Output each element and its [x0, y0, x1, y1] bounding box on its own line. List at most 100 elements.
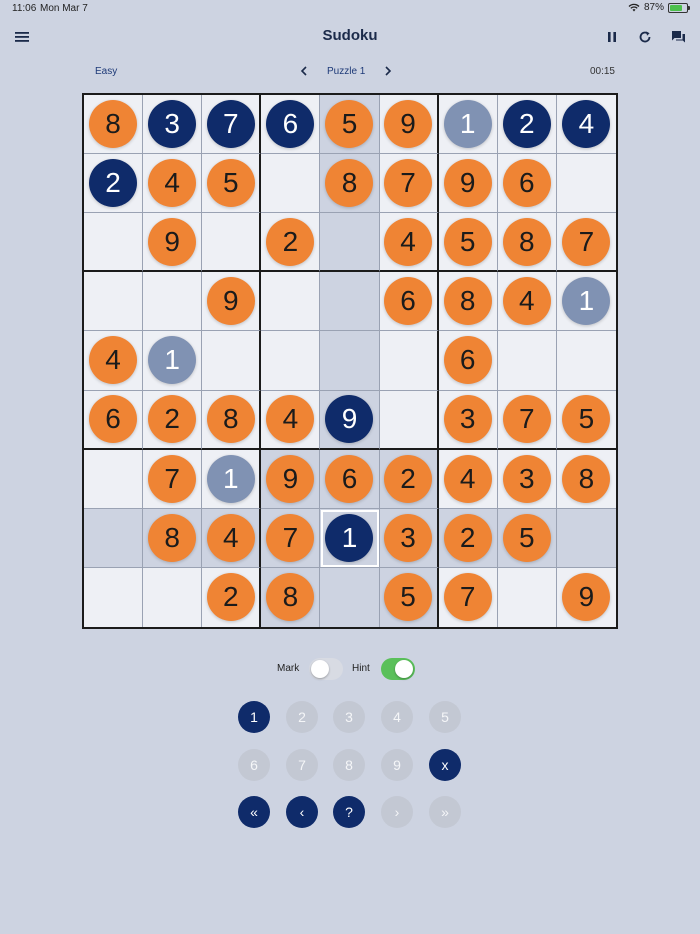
- board-cell[interactable]: 1: [556, 272, 616, 332]
- board-cell[interactable]: 3: [497, 449, 557, 509]
- board-cell[interactable]: 4: [556, 95, 616, 155]
- restart-button[interactable]: [635, 27, 655, 47]
- board-cell[interactable]: 7: [497, 390, 557, 450]
- undo-button[interactable]: ‹: [286, 796, 318, 828]
- board-cell[interactable]: [143, 272, 203, 332]
- hint-toggle[interactable]: [381, 658, 415, 680]
- number-button-2[interactable]: 2: [286, 701, 318, 733]
- board-cell[interactable]: 6: [84, 390, 144, 450]
- number-button-9[interactable]: 9: [381, 749, 413, 781]
- board-cell[interactable]: 6: [320, 449, 380, 509]
- board-cell[interactable]: 3: [438, 390, 498, 450]
- board-cell[interactable]: 8: [320, 154, 380, 214]
- board-cell[interactable]: 3: [143, 95, 203, 155]
- board-cell[interactable]: [143, 567, 203, 627]
- board-cell[interactable]: 2: [84, 154, 144, 214]
- board-cell[interactable]: 4: [143, 154, 203, 214]
- mark-toggle[interactable]: [309, 658, 343, 680]
- board-cell[interactable]: [261, 154, 321, 214]
- board-cell[interactable]: [320, 272, 380, 332]
- board-cell[interactable]: 1: [143, 331, 203, 391]
- number-button-6[interactable]: 6: [238, 749, 270, 781]
- board-cell[interactable]: [497, 331, 557, 391]
- board-cell[interactable]: [379, 331, 439, 391]
- number-button-3[interactable]: 3: [333, 701, 365, 733]
- board-cell[interactable]: [320, 331, 380, 391]
- board-cell[interactable]: 9: [379, 95, 439, 155]
- board-cell[interactable]: 1: [202, 449, 262, 509]
- board-cell[interactable]: 2: [261, 213, 321, 273]
- board-cell[interactable]: [320, 567, 380, 627]
- board-cell[interactable]: 9: [438, 154, 498, 214]
- board-cell[interactable]: 1: [438, 95, 498, 155]
- board-cell[interactable]: 8: [84, 95, 144, 155]
- board-cell[interactable]: 2: [379, 449, 439, 509]
- difficulty-label[interactable]: Easy: [95, 66, 117, 77]
- board-cell[interactable]: 8: [143, 508, 203, 568]
- board-cell[interactable]: 7: [261, 508, 321, 568]
- board-cell[interactable]: [84, 449, 144, 509]
- first-step-button[interactable]: «: [238, 796, 270, 828]
- board-cell[interactable]: [84, 213, 144, 273]
- board-cell[interactable]: [84, 508, 144, 568]
- erase-button[interactable]: x: [429, 749, 461, 781]
- board-cell[interactable]: 9: [143, 213, 203, 273]
- board-cell[interactable]: 5: [438, 213, 498, 273]
- last-step-button[interactable]: »: [429, 796, 461, 828]
- board-cell[interactable]: 5: [202, 154, 262, 214]
- board-cell[interactable]: 9: [557, 568, 616, 627]
- board-cell[interactable]: 9: [261, 449, 321, 509]
- board-cell[interactable]: [202, 331, 262, 391]
- pause-button[interactable]: [602, 27, 622, 47]
- board-cell[interactable]: 4: [497, 272, 557, 332]
- number-button-7[interactable]: 7: [286, 749, 318, 781]
- board-cell[interactable]: 8: [202, 390, 262, 450]
- board-cell[interactable]: [556, 154, 616, 214]
- board-cell[interactable]: [379, 390, 439, 450]
- board-cell[interactable]: 4: [202, 508, 262, 568]
- board-cell[interactable]: 2: [202, 567, 262, 627]
- number-button-4[interactable]: 4: [381, 701, 413, 733]
- board-cell[interactable]: 7: [439, 567, 498, 627]
- board-cell[interactable]: 9: [202, 272, 262, 332]
- board-cell[interactable]: 6: [497, 154, 557, 214]
- board-cell[interactable]: 8: [497, 213, 557, 273]
- board-cell[interactable]: [556, 508, 616, 568]
- next-puzzle-button[interactable]: [381, 64, 395, 78]
- number-button-8[interactable]: 8: [333, 749, 365, 781]
- board-cell[interactable]: [261, 272, 321, 332]
- board-cell[interactable]: 8: [261, 567, 321, 627]
- board-cell[interactable]: 7: [379, 154, 439, 214]
- board-cell[interactable]: 3: [379, 508, 439, 568]
- board-cell[interactable]: 5: [320, 95, 380, 155]
- board-cell[interactable]: 2: [438, 508, 498, 568]
- board-cell[interactable]: [320, 213, 380, 273]
- number-button-5[interactable]: 5: [429, 701, 461, 733]
- board-cell[interactable]: 6: [261, 95, 321, 155]
- board-cell[interactable]: 7: [202, 95, 262, 155]
- number-button-1[interactable]: 1: [238, 701, 270, 733]
- chat-button[interactable]: [668, 27, 688, 47]
- board-cell[interactable]: 7: [143, 449, 203, 509]
- board-cell[interactable]: 6: [379, 272, 439, 332]
- board-cell[interactable]: 5: [556, 391, 616, 450]
- redo-button[interactable]: ›: [381, 796, 413, 828]
- board-cell[interactable]: 9: [320, 390, 380, 450]
- board-cell[interactable]: 4: [438, 449, 498, 509]
- board-cell[interactable]: 8: [438, 272, 498, 332]
- board-cell[interactable]: [498, 567, 557, 627]
- board-cell[interactable]: 4: [84, 331, 144, 391]
- board-cell[interactable]: 1: [320, 508, 380, 568]
- board-cell[interactable]: 4: [261, 390, 321, 450]
- board-cell[interactable]: [84, 272, 144, 332]
- board-cell[interactable]: [261, 331, 321, 391]
- board-cell[interactable]: 2: [497, 95, 557, 155]
- hint-button[interactable]: ?: [333, 796, 365, 828]
- board-cell[interactable]: 7: [556, 213, 616, 273]
- board-cell[interactable]: 5: [497, 508, 557, 568]
- board-cell[interactable]: 4: [379, 213, 439, 273]
- board-cell[interactable]: [202, 213, 262, 273]
- board-cell[interactable]: 2: [143, 390, 203, 450]
- board-cell[interactable]: 8: [556, 450, 616, 509]
- board-cell[interactable]: [84, 567, 144, 627]
